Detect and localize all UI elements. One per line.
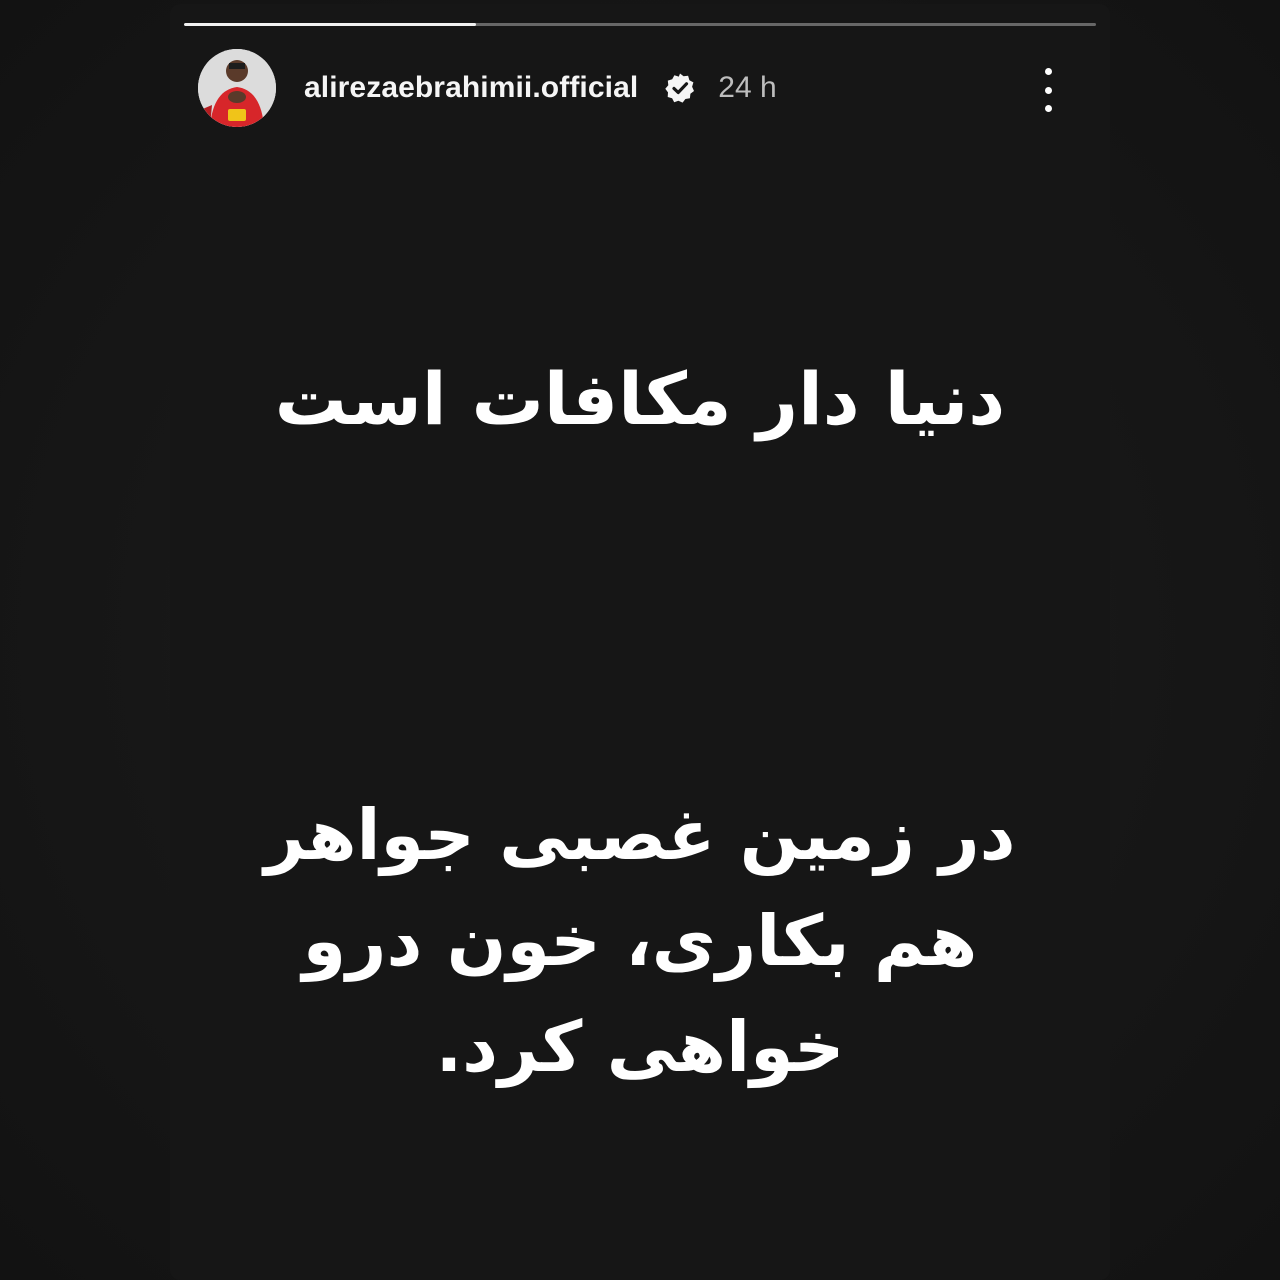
more-vertical-icon[interactable]: [1038, 68, 1058, 112]
story-text-secondary: در زمین غصبی جواهر هم بکاری، خون درو خوا…: [264, 794, 1016, 1088]
avatar[interactable]: [198, 49, 276, 127]
more-dot-middle: [1044, 86, 1052, 94]
story-progress-bar: [184, 23, 1096, 26]
verified-badge-icon: [665, 73, 695, 103]
more-dot-bottom: [1044, 105, 1052, 112]
story-text-primary: دنیا دار مکافات است: [274, 357, 1006, 441]
more-dot-top: [1044, 68, 1052, 75]
avatar-image: [198, 49, 276, 127]
username[interactable]: alirezaebrahimii.official: [304, 71, 638, 105]
page-backdrop: alirezaebrahimii.official 24 h دنیا دار …: [0, 0, 1280, 1280]
post-time: 24 h: [718, 71, 777, 104]
story-viewer[interactable]: alirezaebrahimii.official 24 h دنیا دار …: [170, 4, 1110, 1280]
story-header: alirezaebrahimii.official 24 h: [198, 48, 1078, 128]
story-progress-fill: [184, 23, 476, 26]
